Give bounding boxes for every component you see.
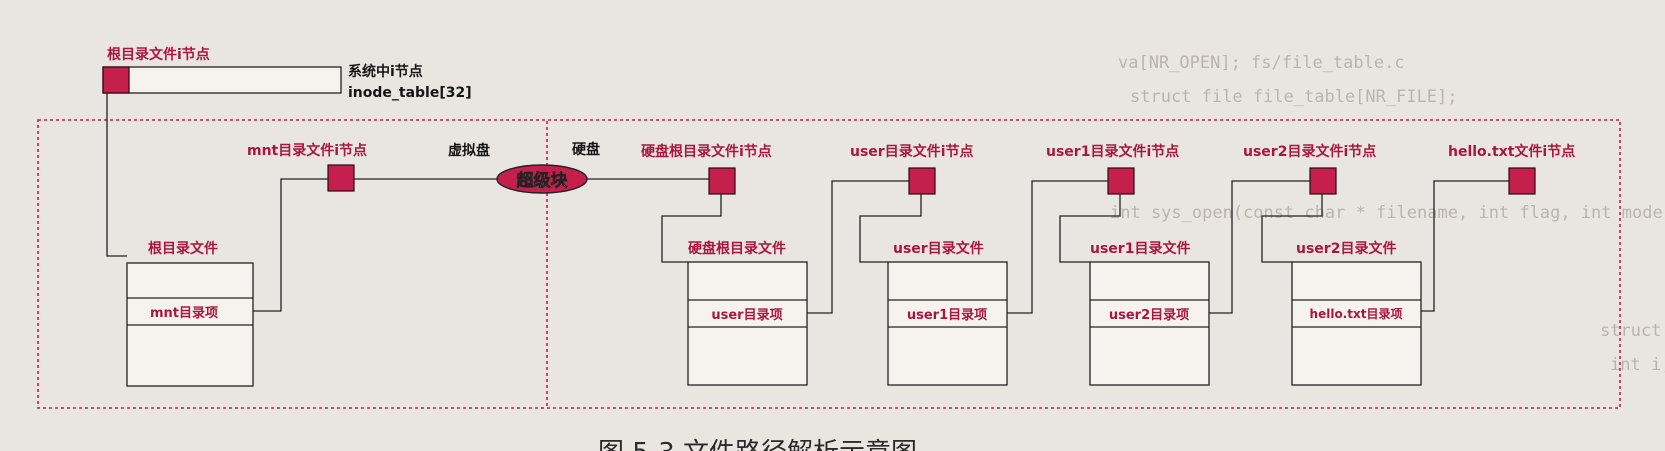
chain-dir-file-box — [887, 261, 1008, 386]
chain-inode-square — [1309, 167, 1337, 195]
dir-entry-to-next-inode-arrow — [1421, 180, 1509, 312]
figure-caption: 图 5-3 文件路径解析示意图 — [598, 438, 917, 451]
chain-inode-square — [708, 167, 736, 195]
chain-dir-file-label: user目录文件 — [893, 240, 984, 257]
chain-dir-entry-label: hello.txt目录项 — [1310, 307, 1403, 321]
chain-dir-file-label: user2目录文件 — [1296, 240, 1396, 257]
root-inode-square — [102, 66, 130, 94]
mnt-dir-entry-label: mnt目录项 — [150, 306, 218, 321]
virtual-disk-label: 虚拟盘 — [448, 142, 490, 159]
mnt-inode-label: mnt目录文件i节点 — [247, 142, 367, 159]
chain-inode-square — [908, 167, 936, 195]
chain-dir-file-label: user1目录文件 — [1090, 240, 1190, 257]
background-code-line-1: va[NR_OPEN]; fs/file_table.c — [1118, 53, 1405, 73]
system-inode-table — [102, 66, 342, 94]
chain-dir-entry-label: user目录项 — [711, 308, 782, 323]
chain-inode-label: user1目录文件i节点 — [1046, 143, 1179, 160]
mnt-inode-square — [327, 164, 355, 192]
inode-table-label: inode_table[32] — [348, 85, 472, 101]
chain-dir-entry-label: user1目录项 — [907, 308, 987, 323]
chain-inode-label: user2目录文件i节点 — [1243, 143, 1376, 160]
chain-dir-file-box — [1291, 261, 1422, 386]
chain-dir-entry-label: user2目录项 — [1109, 308, 1189, 323]
super-block-label: 超级块 — [517, 170, 569, 191]
chain-inode-square — [1107, 167, 1135, 195]
background-code-line-5: int i,fd; — [1610, 355, 1665, 375]
background-code-line-2: struct file file_table[NR_FILE]; — [1130, 87, 1458, 107]
root-inode-label: 根目录文件i节点 — [107, 46, 210, 63]
chain-dir-file-label: 硬盘根目录文件 — [688, 240, 786, 257]
chain-inode-label: 硬盘根目录文件i节点 — [641, 143, 772, 160]
hard-disk-label: 硬盘 — [572, 141, 600, 158]
root-inode-to-root-dir-arrow — [106, 93, 127, 257]
background-code-line-4: struct file * f; — [1600, 321, 1665, 341]
mnt-entry-to-mnt-inode-arrow — [253, 178, 328, 312]
file-path-resolution-diagram: va[NR_OPEN]; fs/file_table.c struct file… — [37, 46, 1665, 451]
chain-dir-file-box — [687, 261, 808, 386]
chain-inode-label: hello.txt文件i节点 — [1448, 143, 1575, 160]
chain-inode-label: user目录文件i节点 — [850, 143, 974, 160]
chain-dir-file-box — [1089, 261, 1210, 386]
chain-inode-square — [1508, 167, 1536, 195]
root-dir-file-label: 根目录文件 — [148, 240, 218, 257]
system-inode-label: 系统中i节点 — [348, 63, 423, 80]
background-code-line-3: int sys_open(const char * filename, int … — [1110, 203, 1665, 223]
